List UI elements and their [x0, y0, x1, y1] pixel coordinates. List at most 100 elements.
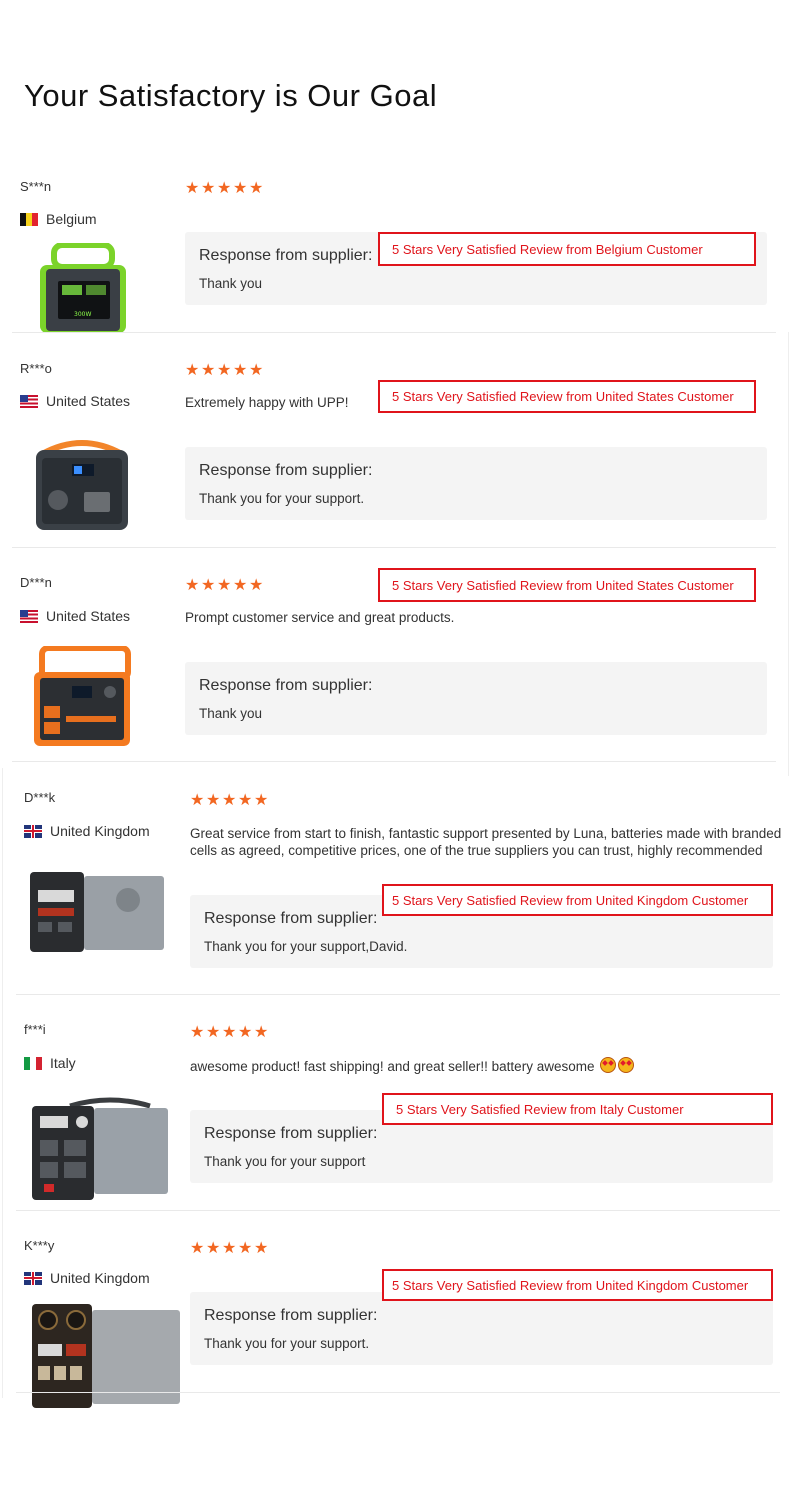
response-title: Response from supplier: [199, 247, 373, 264]
review-badge: 5 Stars Very Satisfied Review from Unite… [382, 884, 773, 916]
divider [16, 1392, 780, 1393]
review-badge: 5 Stars Very Satisfied Review from Unite… [378, 380, 756, 413]
response-text: Thank you for your support,David. [204, 939, 408, 954]
reviewer-country: United States [20, 393, 130, 409]
country-label: Italy [50, 1055, 76, 1071]
belgium-flag-icon [20, 212, 38, 226]
star-icon: ★ [201, 577, 216, 594]
reviewer-name: R***o [20, 361, 52, 376]
star-icon: ★ [217, 180, 232, 197]
rating-stars: ★ ★ ★ ★ ★ [185, 575, 265, 595]
star-icon: ★ [249, 180, 264, 197]
comment-text: awesome product! fast shipping! and grea… [190, 1059, 595, 1074]
review-badge: 5 Stars Very Satisfied Review from Unite… [378, 568, 756, 602]
star-icon: ★ [185, 180, 200, 197]
divider [16, 1210, 780, 1211]
review-badge: 5 Stars Very Satisfied Review from Italy… [382, 1093, 773, 1125]
star-icon: ★ [222, 792, 237, 809]
reviewer-name: D***n [20, 575, 52, 590]
country-label: United Kingdom [50, 823, 150, 839]
review-badge: 5 Stars Very Satisfied Review from Unite… [382, 1269, 773, 1301]
reviewer-country: United Kingdom [24, 1270, 150, 1286]
country-label: United States [46, 393, 131, 409]
star-icon: ★ [238, 792, 253, 809]
review-comment: Prompt customer service and great produc… [185, 610, 455, 625]
star-icon: ★ [254, 792, 269, 809]
reviewer-name: f***i [24, 1022, 46, 1037]
divider [788, 332, 789, 776]
star-icon: ★ [233, 180, 248, 197]
divider [16, 994, 780, 995]
silver-power-station-image [32, 1097, 168, 1200]
star-icon: ★ [190, 792, 205, 809]
rating-stars: ★ ★ ★ ★ ★ [190, 1238, 270, 1258]
response-text: Thank you [199, 276, 263, 291]
response-text: Thank you for your support [204, 1154, 366, 1169]
response-title: Response from supplier: [199, 462, 373, 479]
star-icon: ★ [254, 1240, 269, 1257]
response-title: Response from supplier: [204, 910, 378, 927]
divider [12, 332, 776, 333]
rating-stars: ★ ★ ★ ★ ★ [190, 1022, 270, 1042]
divider [2, 768, 3, 1398]
response-text: Thank you for your support. [204, 1336, 370, 1351]
response-title: Response from supplier: [199, 677, 373, 694]
rating-stars: ★ ★ ★ ★ ★ [185, 178, 265, 198]
rating-stars: ★ ★ ★ ★ ★ [190, 790, 270, 810]
review-comment-line: Great service from start to finish, fant… [190, 826, 782, 841]
supplier-response: Response from supplier: Thank you [185, 662, 767, 735]
country-label: United Kingdom [50, 1270, 150, 1286]
star-icon: ★ [206, 1240, 221, 1257]
rating-stars: ★ ★ ★ ★ ★ [185, 360, 265, 380]
heart-eyes-emoji-icon [600, 1057, 617, 1073]
star-icon: ★ [238, 1024, 253, 1041]
country-label: Belgium [46, 211, 97, 227]
reviewer-name: D***k [24, 790, 56, 805]
reviewer-country: Italy [24, 1055, 76, 1071]
supplier-response: Response from supplier: Thank you for yo… [190, 1292, 773, 1365]
star-icon: ★ [201, 180, 216, 197]
reviewer-country: United States [20, 608, 130, 624]
response-title: Response from supplier: [204, 1125, 378, 1142]
reviewer-name: K***y [24, 1238, 55, 1253]
star-icon: ★ [249, 362, 264, 379]
star-icon: ★ [190, 1240, 205, 1257]
orange-frame-power-station-image [34, 646, 131, 746]
star-icon: ★ [206, 1024, 221, 1041]
large-silver-power-station-image [32, 1304, 180, 1408]
star-icon: ★ [201, 362, 216, 379]
divider [12, 761, 776, 762]
star-icon: ★ [222, 1024, 237, 1041]
green-power-station-image: 300W [40, 243, 126, 333]
star-icon: ★ [222, 1240, 237, 1257]
star-icon: ★ [206, 792, 221, 809]
grey-box-power-station-image [30, 872, 164, 952]
response-text: Thank you [199, 706, 263, 721]
italy-flag-icon [24, 1056, 42, 1070]
orange-handle-power-station-image [36, 440, 128, 530]
uk-flag-icon [24, 1271, 42, 1285]
uk-flag-icon [24, 824, 42, 838]
star-icon: ★ [254, 1024, 269, 1041]
star-icon: ★ [233, 577, 248, 594]
us-flag-icon [20, 394, 38, 408]
response-title: Response from supplier: [204, 1307, 378, 1324]
response-text: Thank you for your support. [199, 491, 365, 506]
review-comment: Extremely happy with UPP! [185, 395, 349, 410]
star-icon: ★ [217, 362, 232, 379]
heart-eyes-emoji-icon [618, 1057, 635, 1073]
review-badge: 5 Stars Very Satisfied Review from Belgi… [378, 232, 756, 266]
svg-text:300W: 300W [74, 311, 91, 318]
star-icon: ★ [185, 577, 200, 594]
star-icon: ★ [249, 577, 264, 594]
star-icon: ★ [217, 577, 232, 594]
page-title: Your Satisfactory is Our Goal [24, 78, 438, 113]
country-label: United States [46, 608, 131, 624]
review-comment: awesome product! fast shipping! and grea… [190, 1057, 635, 1075]
divider [12, 547, 776, 548]
star-icon: ★ [190, 1024, 205, 1041]
star-icon: ★ [185, 362, 200, 379]
review-comment-line: cells as agreed, competitive prices, one… [190, 843, 763, 858]
star-icon: ★ [238, 1240, 253, 1257]
supplier-response: Response from supplier: Thank you for yo… [185, 447, 767, 520]
